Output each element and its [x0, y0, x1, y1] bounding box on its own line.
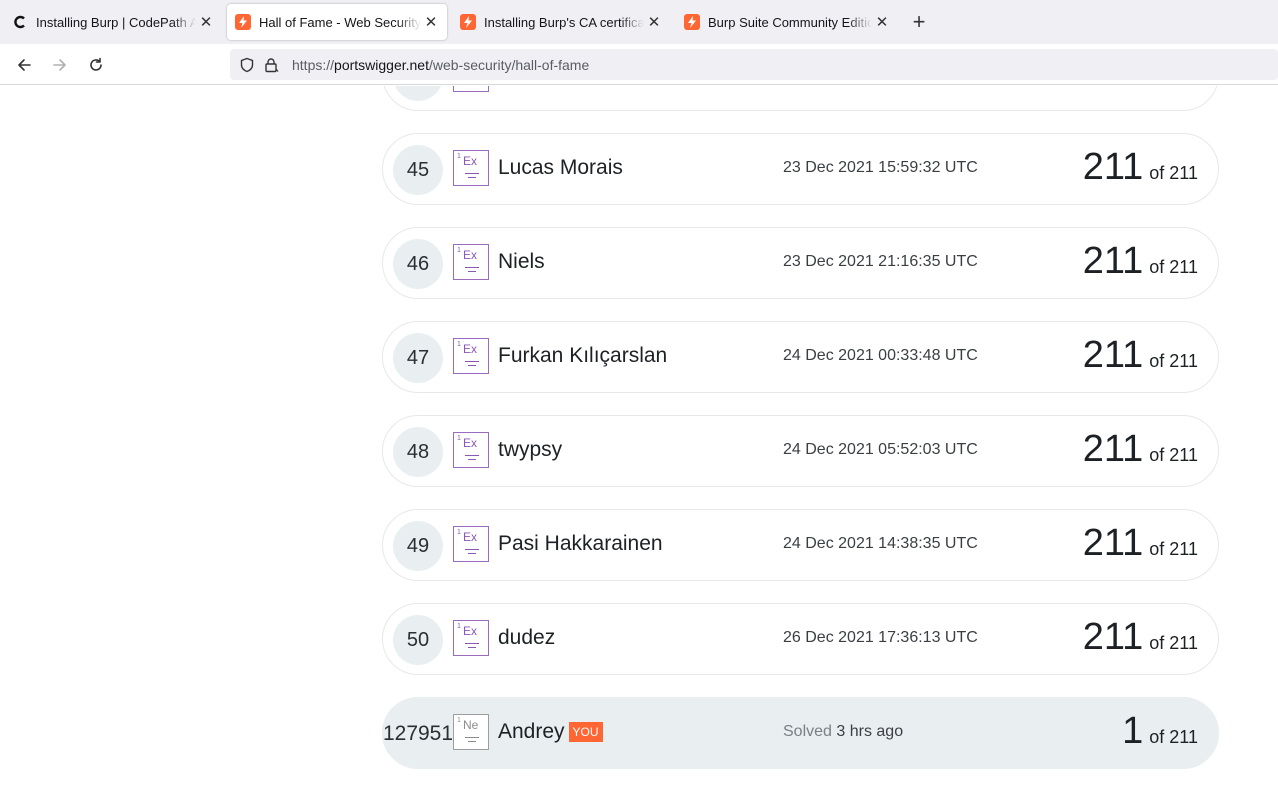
- tracking-protection-shield-icon[interactable]: [238, 56, 256, 74]
- rank-number: 48: [393, 427, 443, 477]
- address-bar[interactable]: https://portswigger.net/web-security/hal…: [230, 49, 1278, 80]
- close-tab-icon[interactable]: ✕: [196, 12, 216, 32]
- newcomer-badge-icon: 1 Ne: [453, 714, 489, 750]
- user-name: dudez: [498, 626, 556, 649]
- expert-badge-icon: 1Ex: [453, 526, 489, 562]
- user-name: twypsy: [498, 438, 563, 461]
- score: 1 of 211: [1122, 710, 1198, 753]
- completion-date: 24 Dec 2021 14:38:35 UTC: [783, 535, 978, 552]
- close-tab-icon[interactable]: ✕: [421, 12, 441, 32]
- reload-icon: [90, 57, 102, 71]
- rank-circle: [393, 86, 443, 101]
- new-tab-button[interactable]: +: [906, 9, 932, 35]
- score-total: of 211: [1149, 445, 1198, 465]
- completion-date: 23 Dec 2021 15:59:32 UTC: [783, 159, 978, 176]
- tab-burp-community[interactable]: Burp Suite Community Edition ✕: [676, 4, 898, 40]
- score: 211 of 211: [1083, 334, 1198, 377]
- tab-title: Burp Suite Community Edition: [708, 14, 872, 30]
- score-value: 211: [1082, 428, 1144, 470]
- url-path: /web-security/hall-of-fame: [428, 56, 590, 73]
- rank-number: 46: [393, 239, 443, 289]
- leaderboard-row: 50 1 Ex dudez 26 Dec 2021 17:36:13 UTC 21…: [382, 603, 1219, 675]
- score: 211 of 211: [1083, 240, 1198, 283]
- leaderboard-row: 49 1 Ex Pasi Hakkarainen 24 Dec 2021 14:3…: [382, 509, 1219, 581]
- back-arrow-icon: [18, 59, 31, 71]
- score: 211 of 211: [1083, 428, 1198, 471]
- expert-badge-icon: 1Ex: [453, 244, 489, 280]
- user-name: Pasi Hakkarainen: [498, 532, 663, 555]
- score: 211 of 211: [1083, 616, 1198, 659]
- leaderboard-row: 46 1 Ex Niels 23 Dec 2021 21:16:35 UTC 21…: [382, 227, 1219, 299]
- close-tab-icon[interactable]: ✕: [644, 12, 664, 32]
- expert-badge-icon: 1Ex: [453, 150, 489, 186]
- expert-badge-icon: 1Ex: [453, 620, 489, 656]
- score-value: 211: [1082, 240, 1144, 282]
- tab-hall-of-fame[interactable]: Hall of Fame - Web Security Academy ✕: [227, 4, 447, 40]
- navigation-toolbar: https://portswigger.net/web-security/hal…: [0, 44, 1278, 85]
- codepath-icon: [12, 14, 28, 30]
- expert-badge-icon: 1Ex: [453, 432, 489, 468]
- tab-codepath[interactable]: Installing Burp | CodePath Android ✕: [4, 4, 222, 40]
- expert-badge-icon: 1Ex: [453, 86, 489, 92]
- forward-button[interactable]: [47, 52, 73, 78]
- solved-time: 3 hrs ago: [836, 723, 904, 740]
- score: 211 of 211: [1083, 146, 1198, 189]
- you-badge: YOU: [568, 722, 603, 742]
- tab-title: Installing Burp's CA certificate in: [484, 14, 644, 30]
- user-name: Andrey YOU: [498, 720, 603, 744]
- leaderboard-row: 45 1 Ex Lucas Morais 23 Dec 2021 15:59:32…: [382, 133, 1219, 205]
- url-text[interactable]: https://portswigger.net/web-security/hal…: [292, 57, 589, 73]
- current-user-name: Andrey: [498, 720, 565, 743]
- score-value: 1: [1122, 710, 1144, 752]
- score-total: of 211: [1149, 163, 1198, 183]
- portswigger-icon: [460, 14, 476, 30]
- hall-of-fame-page: 1Ex 211 45 1Ex Lucas Morais 23 Dec 2021 …: [0, 86, 1278, 807]
- portswigger-icon: [235, 14, 251, 30]
- back-button[interactable]: [11, 52, 37, 78]
- rank-number: 47: [393, 333, 443, 383]
- score-total: of 211: [1149, 727, 1198, 747]
- score-total: of 211: [1149, 351, 1198, 371]
- user-name: Furkan Kılıçarslan: [498, 344, 668, 367]
- score-total: of 211: [1149, 633, 1198, 653]
- close-tab-icon[interactable]: ✕: [872, 12, 892, 32]
- rank-number: 127951: [382, 722, 454, 745]
- solved-status: Solved 3 hrs ago: [783, 723, 903, 741]
- user-name: Lucas Morais: [498, 156, 623, 179]
- url-scheme: https://: [292, 56, 335, 73]
- score-value: 211: [1137, 86, 1198, 95]
- leaderboard-row-partial: 1Ex 211: [382, 86, 1219, 111]
- completion-date: 23 Dec 2021 21:16:35 UTC: [783, 253, 978, 270]
- score-value: 211: [1082, 616, 1144, 658]
- solved-label: Solved: [783, 723, 832, 740]
- score-total: of 211: [1149, 539, 1198, 559]
- rank-number: 45: [393, 145, 443, 195]
- url-domain: portswigger.net: [334, 56, 429, 73]
- tab-title: Installing Burp | CodePath Android: [36, 14, 196, 30]
- reload-button[interactable]: [83, 52, 109, 78]
- forward-arrow-icon: [53, 59, 66, 71]
- completion-date: 26 Dec 2021 17:36:13 UTC: [783, 629, 978, 646]
- rank-number: 50: [393, 615, 443, 665]
- score: 211: [1137, 86, 1198, 95]
- leaderboard-row: 48 1 Ex twypsy 24 Dec 2021 05:52:03 UTC 2…: [382, 415, 1219, 487]
- leaderboard-row: 47 1 Ex Furkan Kılıçarslan 24 Dec 2021 00…: [382, 321, 1219, 393]
- portswigger-icon: [684, 14, 700, 30]
- score: 211 of 211: [1083, 522, 1198, 565]
- user-name: Niels: [498, 250, 545, 273]
- score-value: 211: [1082, 146, 1144, 188]
- expert-badge-icon: 1Ex: [453, 338, 489, 374]
- score-value: 211: [1082, 522, 1144, 564]
- completion-date: 24 Dec 2021 00:33:48 UTC: [783, 347, 978, 364]
- score-total: of 211: [1149, 257, 1198, 277]
- tab-ca-certificate[interactable]: Installing Burp's CA certificate in ✕: [452, 4, 670, 40]
- tab-title: Hall of Fame - Web Security Academy: [259, 14, 421, 30]
- completion-date: 24 Dec 2021 05:52:03 UTC: [783, 441, 978, 458]
- lock-icon[interactable]: [262, 56, 280, 74]
- tab-strip: Installing Burp | CodePath Android ✕ Hal…: [0, 0, 1278, 44]
- rank-number: 49: [393, 521, 443, 571]
- current-user-row: 127951 1 Ne Andrey YOU Solved 3 hrs ago 1…: [382, 697, 1219, 769]
- score-value: 211: [1082, 334, 1144, 376]
